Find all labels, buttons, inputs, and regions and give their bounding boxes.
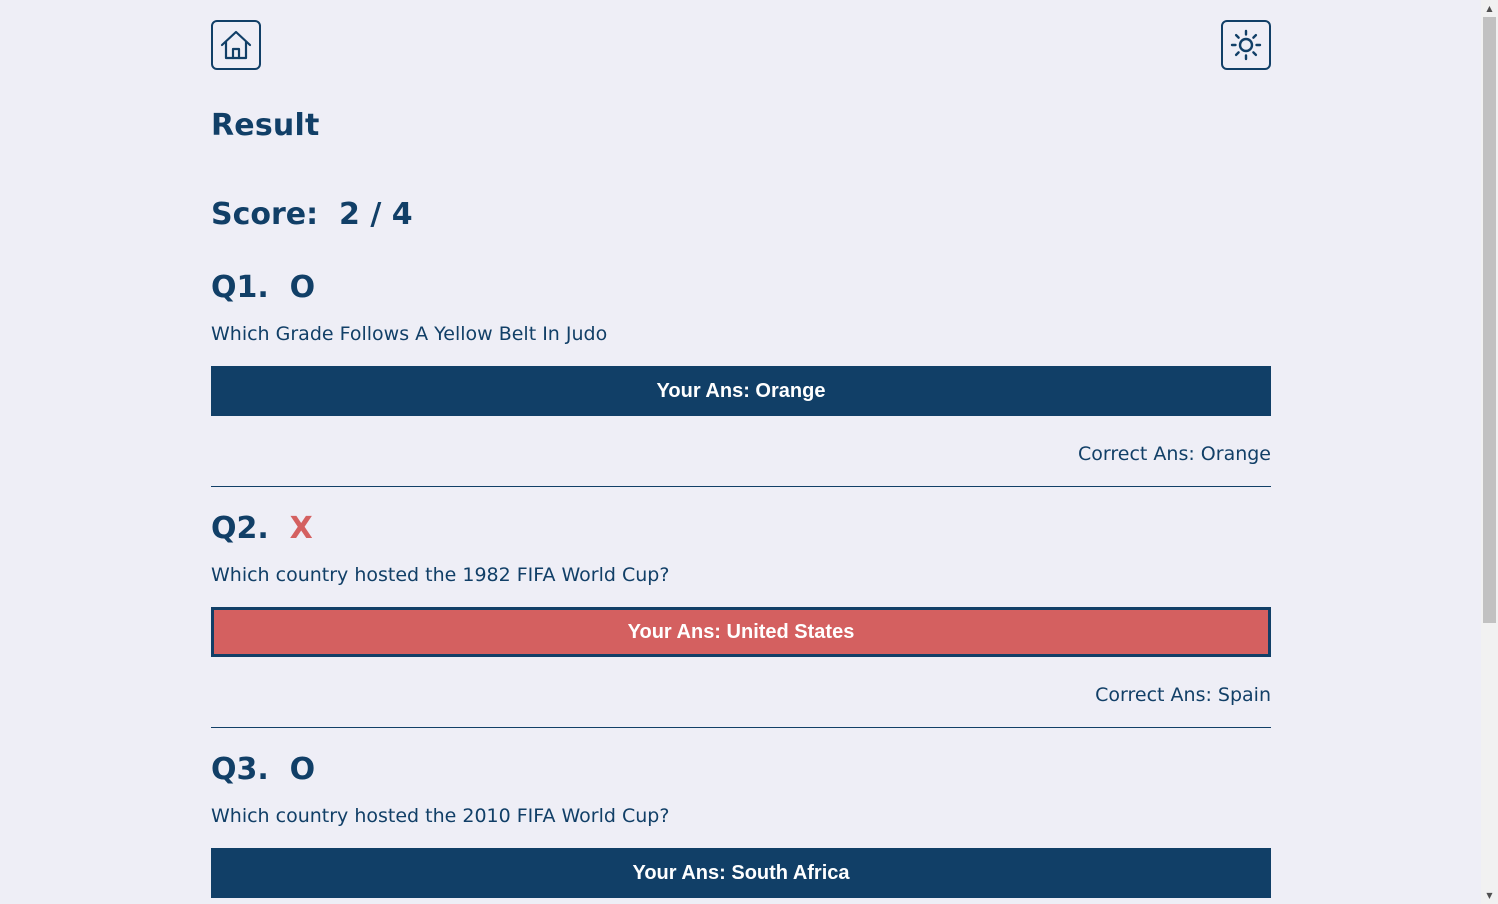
your-answer-bar: Your Ans: United States	[211, 607, 1271, 657]
your-answer-bar: Your Ans: South Africa	[211, 848, 1271, 898]
result-mark: X	[289, 511, 313, 546]
vertical-scrollbar[interactable]: ▲ ▼	[1481, 0, 1498, 904]
home-icon	[220, 30, 252, 60]
question-text: Which country hosted the 1982 FIFA World…	[211, 564, 670, 586]
correct-answer: Correct Ans: Spain	[1095, 684, 1271, 706]
scroll-down-icon[interactable]: ▼	[1481, 887, 1498, 904]
your-answer-bar: Your Ans: Orange	[211, 366, 1271, 416]
question-header: Q2. X	[211, 511, 1271, 547]
question-item: Q2. X Which country hosted the 1982 FIFA…	[211, 511, 1271, 728]
question-header: Q3. O	[211, 752, 1271, 788]
correct-answer: Correct Ans: Orange	[1078, 443, 1271, 465]
home-button[interactable]	[211, 20, 261, 70]
scroll-up-icon[interactable]: ▲	[1481, 0, 1498, 17]
question-number: Q3.	[211, 752, 269, 787]
score-value: 2 / 4	[339, 197, 413, 232]
scrollbar-thumb[interactable]	[1483, 17, 1496, 623]
score: Score: 2 / 4	[211, 197, 413, 232]
question-number: Q1.	[211, 270, 269, 305]
score-label: Score:	[211, 197, 319, 232]
sun-icon	[1230, 29, 1262, 61]
result-mark: O	[289, 270, 316, 305]
question-text: Which country hosted the 2010 FIFA World…	[211, 805, 670, 827]
question-text: Which Grade Follows A Yellow Belt In Jud…	[211, 323, 608, 345]
question-item: Q1. O Which Grade Follows A Yellow Belt …	[211, 270, 1271, 487]
divider	[211, 486, 1271, 487]
page-title: Result	[211, 108, 320, 143]
question-header: Q1. O	[211, 270, 1271, 306]
result-mark: O	[289, 752, 316, 787]
divider	[211, 727, 1271, 728]
question-item: Q3. O Which country hosted the 2010 FIFA…	[211, 752, 1271, 898]
theme-toggle-button[interactable]	[1221, 20, 1271, 70]
question-number: Q2.	[211, 511, 269, 546]
